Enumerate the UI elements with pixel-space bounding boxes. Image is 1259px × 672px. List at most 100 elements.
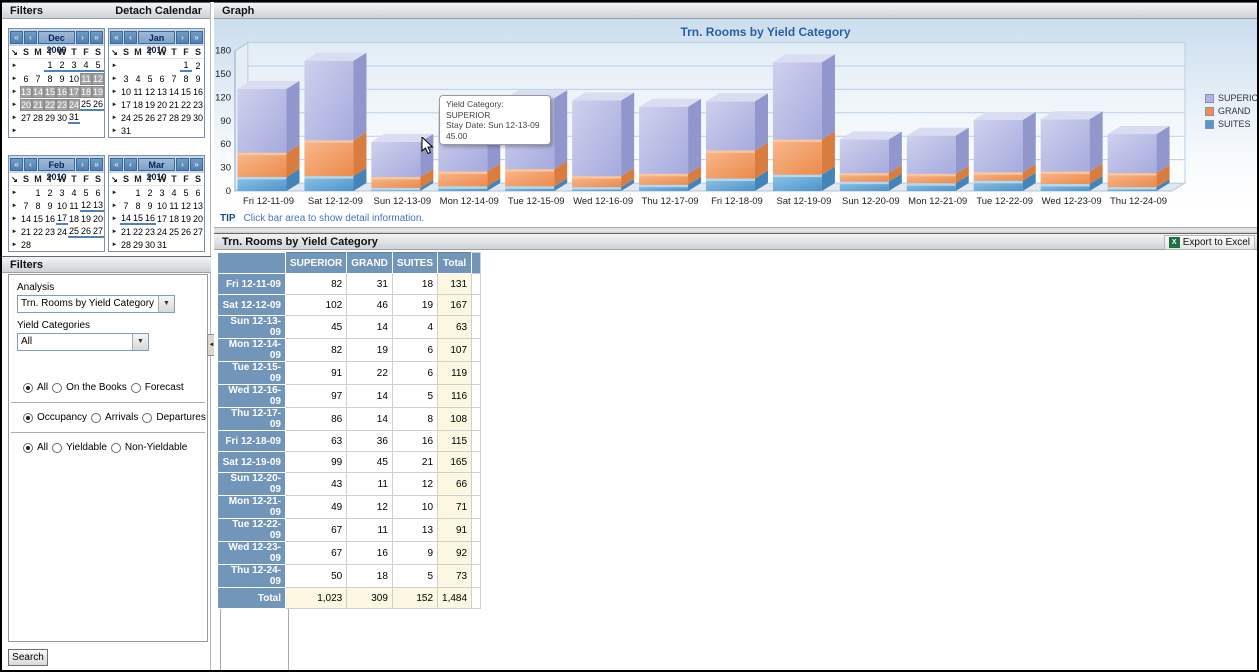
calendar-day-cell[interactable]: 17	[56, 213, 68, 225]
calendar-day-cell[interactable]: 15	[132, 213, 144, 225]
calendar-first-icon[interactable]: «	[10, 31, 23, 44]
calendar-day-cell[interactable]: 14	[168, 86, 180, 98]
calendar-day-cell[interactable]: 12	[92, 73, 104, 85]
select-all-icon[interactable]: ↘	[109, 175, 120, 184]
calendar-day-cell[interactable]: 29	[180, 112, 192, 124]
calendar-day-cell[interactable]: 14	[32, 86, 44, 98]
calendar-day-cell[interactable]: 11	[80, 73, 92, 85]
calendar-prev-icon[interactable]: ‹	[124, 31, 137, 44]
calendar-day-cell[interactable]: 25	[132, 112, 144, 124]
calendar-day-cell[interactable]: 12	[144, 86, 156, 98]
calendar-day-cell[interactable]: 13	[156, 86, 168, 98]
calendar-day-cell[interactable]: 19	[92, 86, 104, 98]
week-select-icon[interactable]: ►	[9, 216, 20, 222]
radio-button[interactable]	[23, 443, 33, 453]
week-select-icon[interactable]: ►	[109, 216, 120, 222]
calendar[interactable]: «‹Jan 2010›»↘SMTWTFS►12►3456789►10111213…	[108, 28, 205, 138]
calendar-day-cell[interactable]: 31	[68, 112, 80, 124]
calendar-day-cell[interactable]: 9	[144, 200, 156, 212]
calendar-day-cell[interactable]: 4	[68, 187, 80, 199]
calendar-day-cell[interactable]: 23	[56, 99, 68, 111]
calendar-day-cell[interactable]: 16	[56, 86, 68, 98]
calendar-day-cell[interactable]: 5	[180, 187, 192, 199]
radio-button[interactable]	[111, 443, 121, 453]
calendar-day-cell[interactable]: 19	[180, 213, 192, 225]
week-select-icon[interactable]: ►	[9, 115, 20, 121]
calendar-day-cell[interactable]: 18	[168, 213, 180, 225]
calendar-day-cell[interactable]: 29	[132, 239, 144, 251]
week-select-icon[interactable]: ►	[109, 89, 120, 95]
calendar-day-cell[interactable]: 7	[120, 200, 132, 212]
calendar-day-cell[interactable]: 11	[68, 200, 80, 212]
export-to-excel-button[interactable]: X Export to Excel	[1164, 235, 1255, 250]
calendar-day-cell[interactable]: 8	[44, 73, 56, 85]
calendar-day-cell[interactable]: 9	[192, 73, 204, 85]
calendar-day-cell[interactable]: 6	[156, 73, 168, 85]
radio-button[interactable]	[23, 383, 33, 393]
calendar-day-cell[interactable]: 13	[192, 200, 204, 212]
calendar-day-cell[interactable]: 14	[120, 213, 132, 225]
week-select-icon[interactable]: ►	[109, 63, 120, 69]
calendar-next-icon[interactable]: ›	[76, 158, 89, 171]
calendar-day-cell[interactable]: 25	[168, 226, 180, 238]
week-select-icon[interactable]: ►	[9, 128, 20, 134]
calendar-day-cell[interactable]: 9	[56, 73, 68, 85]
calendar-last-icon[interactable]: »	[90, 31, 103, 44]
calendar-next-icon[interactable]: ›	[176, 31, 189, 44]
calendar[interactable]: «‹Mar 2010›»↘SMTWTFS►123456►78910111213►…	[108, 155, 205, 252]
radio-button[interactable]	[142, 413, 152, 423]
calendar-day-cell[interactable]: 11	[132, 86, 144, 98]
calendar-day-cell[interactable]: 4	[132, 73, 144, 85]
calendar-day-cell[interactable]: 16	[144, 213, 156, 225]
yield-categories-dropdown[interactable]: All ▼	[17, 333, 149, 351]
week-select-icon[interactable]: ►	[9, 229, 20, 235]
calendar-day-cell[interactable]: 3	[120, 73, 132, 85]
calendar-day-cell[interactable]: 17	[68, 86, 80, 98]
calendar-day-cell[interactable]: 16	[192, 86, 204, 98]
calendar-day-cell[interactable]: 30	[56, 112, 68, 124]
calendar-day-cell[interactable]: 4	[80, 60, 92, 72]
calendar-day-cell[interactable]: 26	[180, 226, 192, 238]
calendar-day-cell[interactable]: 19	[144, 99, 156, 111]
calendar-day-cell[interactable]: 28	[20, 239, 32, 251]
bar-segment-SUPERIOR[interactable]	[773, 54, 835, 139]
bar-segment-SUPERIOR[interactable]	[907, 128, 969, 174]
select-all-icon[interactable]: ↘	[9, 175, 20, 184]
calendar-prev-icon[interactable]: ‹	[24, 31, 37, 44]
bar-segment-SUPERIOR[interactable]	[572, 93, 634, 177]
calendar-prev-icon[interactable]: ‹	[124, 158, 137, 171]
calendar-day-cell[interactable]: 27	[192, 226, 204, 238]
calendar-day-cell[interactable]: 13	[92, 200, 104, 212]
calendar-day-cell[interactable]: 20	[156, 99, 168, 111]
calendar-day-cell[interactable]: 24	[68, 99, 80, 111]
calendar-day-cell[interactable]: 22	[44, 99, 56, 111]
detach-calendar-button[interactable]: Detach Calendar	[115, 5, 202, 17]
calendar-day-cell[interactable]: 3	[56, 187, 68, 199]
calendar-day-cell[interactable]: 26	[92, 99, 104, 111]
calendar-day-cell[interactable]: 12	[180, 200, 192, 212]
calendar[interactable]: «‹Dec 2009›»↘SMTWTFS►12345►6789101112►13…	[8, 28, 105, 138]
analysis-dropdown[interactable]: Trn. Rooms by Yield Category ▼	[17, 295, 175, 313]
calendar-day-cell[interactable]: 10	[120, 86, 132, 98]
calendar-day-cell[interactable]: 30	[144, 239, 156, 251]
calendar-day-cell[interactable]: 6	[192, 187, 204, 199]
week-select-icon[interactable]: ►	[109, 115, 120, 121]
calendar-day-cell[interactable]: 27	[92, 226, 104, 238]
calendar-day-cell[interactable]: 26	[80, 226, 92, 238]
calendar-day-cell[interactable]: 28	[32, 112, 44, 124]
bar-segment-SUPERIOR[interactable]	[1108, 126, 1170, 173]
calendar-day-cell[interactable]: 18	[80, 86, 92, 98]
calendar-day-cell[interactable]: 23	[144, 226, 156, 238]
calendar-last-icon[interactable]: »	[190, 31, 203, 44]
calendar-day-cell[interactable]: 20	[192, 213, 204, 225]
calendar-day-cell[interactable]: 5	[92, 60, 104, 72]
calendar-day-cell[interactable]: 29	[44, 112, 56, 124]
calendar-day-cell[interactable]: 22	[132, 226, 144, 238]
week-select-icon[interactable]: ►	[109, 128, 120, 134]
week-select-icon[interactable]: ►	[109, 229, 120, 235]
calendar-day-cell[interactable]: 21	[120, 226, 132, 238]
calendar-last-icon[interactable]: »	[190, 158, 203, 171]
calendar-day-cell[interactable]: 15	[44, 86, 56, 98]
calendar-first-icon[interactable]: «	[110, 31, 123, 44]
calendar-day-cell[interactable]: 25	[68, 226, 80, 238]
